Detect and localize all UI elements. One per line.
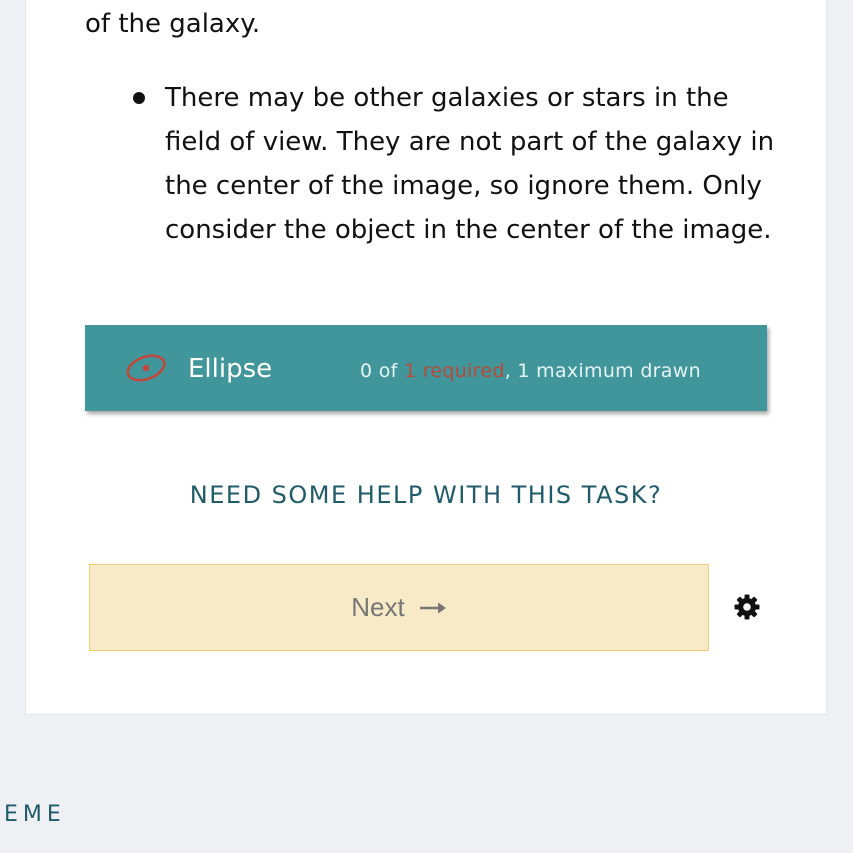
status-required: 1 required	[403, 360, 505, 382]
footer-partial-text: EME	[4, 802, 66, 827]
bullet-dot	[133, 92, 145, 104]
ellipse-icon	[126, 354, 166, 382]
help-link[interactable]: NEED SOME HELP WITH THIS TASK?	[85, 478, 767, 512]
arrow-right-icon	[419, 602, 446, 613]
instruction-text-tail: of the galaxy.	[85, 9, 261, 39]
tool-label: Ellipse	[188, 354, 273, 384]
status-maximum: , 1 maximum drawn	[504, 360, 701, 382]
status-count: 0 of	[360, 360, 404, 382]
instruction-bullet-list: There may be other galaxies or stars in …	[125, 76, 775, 252]
gear-icon[interactable]	[733, 593, 761, 621]
tool-status: 0 of 1 required, 1 maximum drawn	[360, 357, 701, 385]
next-button-label: Next	[351, 592, 405, 622]
next-button[interactable]: Next	[89, 564, 709, 651]
list-item: There may be other galaxies or stars in …	[125, 76, 775, 252]
bullet-text: There may be other galaxies or stars in …	[165, 83, 775, 245]
